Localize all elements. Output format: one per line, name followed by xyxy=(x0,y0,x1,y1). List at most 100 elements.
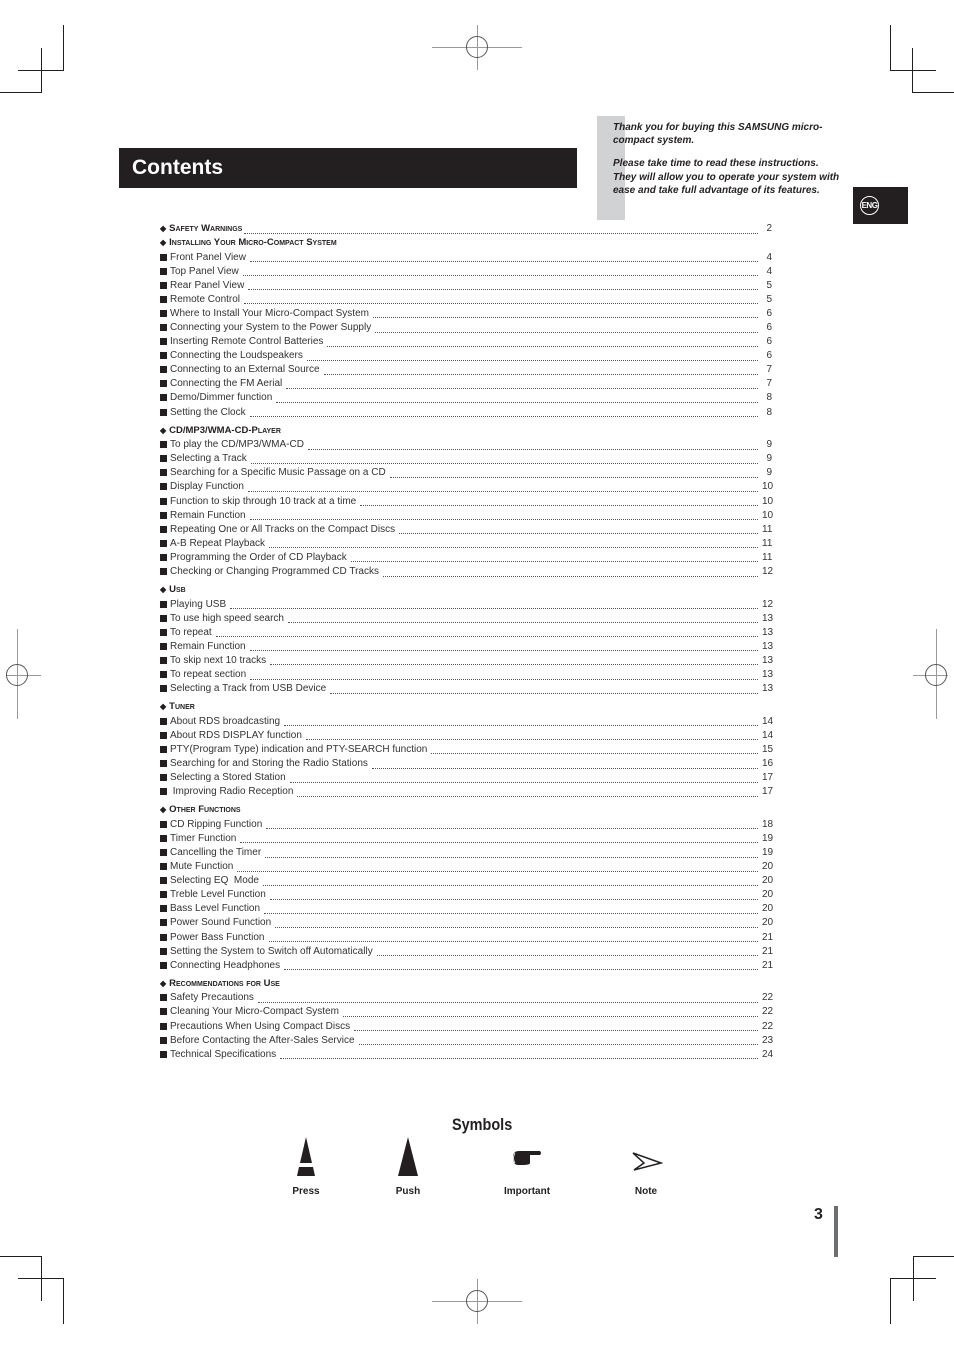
toc-entry[interactable]: To play the CD/MP3/WMA-CD 9 xyxy=(160,438,772,452)
toc-entry[interactable]: Where to Install Your Micro-Compact Syst… xyxy=(160,306,772,320)
entry-label: Programming the Order of CD Playback xyxy=(170,551,347,563)
toc-entry[interactable]: Top Panel View 4 xyxy=(160,264,772,278)
square-bullet-icon xyxy=(160,408,167,416)
page-ref: 17 xyxy=(762,786,774,798)
page-ref: 9 xyxy=(766,439,772,451)
entry-label: Treble Level Function xyxy=(170,889,266,901)
toc-entry[interactable]: Setting the Clock 8 xyxy=(160,405,772,419)
toc-entry[interactable]: Display Function 10 xyxy=(160,480,773,494)
entry-label: To play the CD/MP3/WMA-CD xyxy=(170,439,304,451)
toc-entry[interactable]: Power Bass Function 21 xyxy=(160,930,774,944)
toc-entry[interactable]: Programming the Order of CD Playback 11 xyxy=(160,550,772,564)
toc-section-heading[interactable]: ◆ Usb xyxy=(160,583,772,597)
dot-leader xyxy=(382,567,758,577)
symbol-label: Note xyxy=(634,1186,658,1197)
intro-paragraph: Thank you for buying this SAMSUNG micro-… xyxy=(613,122,823,147)
section-title: Installing Your Micro-Compact System xyxy=(169,237,337,248)
toc-entry[interactable]: Selecting a Track 9 xyxy=(160,452,772,466)
page-ref: 9 xyxy=(766,453,772,465)
toc-entry[interactable]: Improving Radio Reception 17 xyxy=(160,785,774,799)
toc-entry[interactable]: Connecting to an External Source 7 xyxy=(160,363,772,377)
toc-section-heading[interactable]: ◆ Installing Your Micro-Compact System xyxy=(160,236,772,250)
toc-entry[interactable]: Precautions When Using Compact Discs 22 xyxy=(160,1019,773,1033)
toc-entry[interactable]: Rear Panel View 5 xyxy=(160,278,772,292)
section-title: CD/MP3/WMA-CD-Player xyxy=(169,424,281,436)
entry-label: Remain Function xyxy=(170,640,246,652)
toc-entry[interactable]: Technical Specifications 24 xyxy=(160,1047,773,1061)
toc-section-heading[interactable]: ◆ Tuner xyxy=(160,700,772,714)
toc-entry[interactable]: Timer Function 19 xyxy=(160,831,773,845)
toc-entry[interactable]: Demo/Dimmer function 8 xyxy=(160,391,772,405)
toc-entry[interactable]: Setting the System to Switch off Automat… xyxy=(160,944,773,958)
entry-label: Connecting your System to the Power Supp… xyxy=(170,322,372,334)
page-ref: 2 xyxy=(766,223,772,234)
page-ref: 4 xyxy=(766,265,772,277)
toc-entry[interactable]: PTY(Program Type) indication and PTY-SEA… xyxy=(160,742,773,756)
toc-entry[interactable]: To repeat 13 xyxy=(160,625,773,639)
square-bullet-icon xyxy=(160,394,167,402)
toc-entry[interactable]: Cancelling the Timer 19 xyxy=(160,845,773,859)
toc-entry[interactable]: Searching for and Storing the Radio Stat… xyxy=(160,757,773,771)
dot-leader xyxy=(268,932,758,943)
toc-entry[interactable]: About RDS broadcasting 14 xyxy=(160,714,773,728)
toc-entry[interactable]: Connecting the Loudspeakers 6 xyxy=(160,349,772,363)
square-bullet-icon xyxy=(160,324,167,332)
dot-leader xyxy=(306,351,758,361)
entry-label: CD Ripping Function xyxy=(170,818,263,830)
toc-entry[interactable]: Connecting your System to the Power Supp… xyxy=(160,320,772,334)
page-ref: 13 xyxy=(762,612,774,624)
toc-entry[interactable]: Repeating One or All Tracks on the Compa… xyxy=(160,522,772,536)
dot-leader xyxy=(284,716,758,727)
toc-section-heading[interactable]: ◆ Other Functions xyxy=(160,803,772,817)
toc-entry[interactable]: Function to skip through 10 track at a t… xyxy=(160,494,773,508)
toc-entry[interactable]: Treble Level Function 20 xyxy=(160,888,773,902)
toc-section-heading[interactable]: ◆ Safety Warnings 2 xyxy=(160,222,772,236)
dot-leader xyxy=(342,1007,758,1017)
toc-entry[interactable]: A-B Repeat Playback 11 xyxy=(160,536,772,550)
page-ref: 21 xyxy=(762,959,774,971)
dot-leader xyxy=(431,744,758,755)
toc-entry[interactable]: Selecting EQ Mode 20 xyxy=(160,874,773,888)
toc-entry[interactable]: To use high speed search 13 xyxy=(160,611,774,625)
page-ref: 14 xyxy=(762,729,774,741)
toc-entry[interactable]: Front Panel View 4 xyxy=(160,250,772,264)
square-bullet-icon xyxy=(160,455,167,463)
toc-section-heading[interactable]: ◆ CD/MP3/WMA-CD-Player xyxy=(160,424,772,438)
toc-entry[interactable]: To skip next 10 tracks 13 xyxy=(160,653,773,667)
square-bullet-icon xyxy=(160,309,167,317)
toc-entry[interactable]: Selecting a Track from USB Device 13 xyxy=(160,682,773,696)
toc-entry[interactable]: To repeat section 13 xyxy=(160,668,773,682)
square-bullet-icon xyxy=(160,933,167,941)
square-bullet-icon xyxy=(160,338,167,346)
toc-entry[interactable]: Mute Function 20 xyxy=(160,860,773,874)
dot-leader xyxy=(375,323,758,333)
toc-entry[interactable]: Safety Precautions 22 xyxy=(160,991,773,1005)
toc-entry[interactable]: Connecting the FM Aerial 7 xyxy=(160,377,772,391)
dot-leader xyxy=(265,848,758,858)
toc-section-heading[interactable]: ◆ Recommendations for Use xyxy=(160,977,772,991)
toc-entry[interactable]: Remote Control 5 xyxy=(160,292,772,306)
toc-entry[interactable]: Remain Function 10 xyxy=(160,508,773,522)
toc-entry[interactable]: CD Ripping Function 18 xyxy=(160,817,773,831)
toc-entry[interactable]: Before Contacting the After-Sales Servic… xyxy=(160,1033,773,1047)
toc-entry[interactable]: Inserting Remote Control Batteries 6 xyxy=(160,335,772,349)
symbol-important: Important xyxy=(496,1135,558,1197)
toc-entry[interactable]: Power Sound Function 20 xyxy=(160,916,773,930)
entry-label: Connecting Headphones xyxy=(170,959,281,971)
toc-entry[interactable]: Bass Level Function 20 xyxy=(160,902,773,916)
page-ref: 21 xyxy=(762,931,774,943)
toc-entry[interactable]: Connecting Headphones 21 xyxy=(160,958,774,972)
square-bullet-icon xyxy=(160,614,167,622)
square-bullet-icon xyxy=(160,961,167,969)
toc-entry[interactable]: Checking or Changing Programmed CD Track… xyxy=(160,564,773,578)
toc-entry[interactable]: Searching for a Specific Music Passage o… xyxy=(160,466,772,480)
entry-label: Mute Function xyxy=(170,861,234,873)
toc-entry[interactable]: Selecting a Stored Station 17 xyxy=(160,771,773,785)
toc-entry[interactable]: Remain Function 13 xyxy=(160,639,773,653)
toc-entry[interactable]: Cleaning Your Micro-Compact System 22 xyxy=(160,1005,773,1019)
square-bullet-icon xyxy=(160,366,167,374)
square-bullet-icon xyxy=(160,511,167,519)
toc-entry[interactable]: Playing USB 12 xyxy=(160,597,773,611)
toc-entry[interactable]: About RDS DISPLAY function 14 xyxy=(160,728,774,742)
diamond-bullet-icon: ◆ xyxy=(160,805,167,815)
